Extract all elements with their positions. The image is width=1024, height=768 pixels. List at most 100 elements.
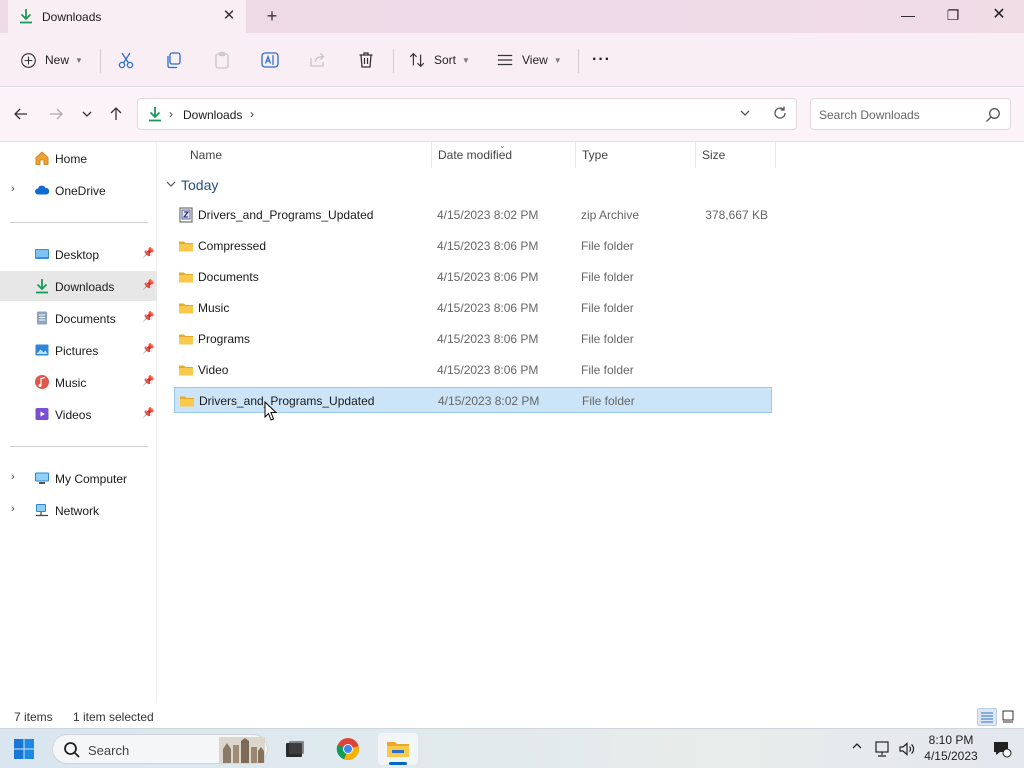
- sidebar-item-pictures[interactable]: Pictures 📌: [0, 335, 157, 365]
- cut-icon: [118, 52, 134, 69]
- file-name: Compressed: [198, 239, 267, 253]
- tiles-view-button[interactable]: [999, 708, 1019, 726]
- column-header-type[interactable]: Type: [576, 142, 696, 168]
- chevron-right-icon[interactable]: ›: [11, 471, 15, 483]
- cut-button[interactable]: [116, 48, 136, 72]
- tab-close-button[interactable]: ✕: [220, 7, 238, 25]
- sidebar-item-my-computer[interactable]: › My Computer: [0, 463, 157, 493]
- file-size: 378,667 KB: [705, 208, 768, 222]
- sidebar-item-documents[interactable]: Documents 📌: [0, 303, 157, 333]
- taskbar-file-explorer[interactable]: [378, 733, 418, 765]
- search-box[interactable]: [810, 98, 1011, 130]
- sidebar-item-desktop[interactable]: Desktop 📌: [0, 239, 157, 269]
- details-view-button[interactable]: [977, 708, 997, 726]
- sidebar-item-onedrive[interactable]: › OneDrive: [0, 175, 157, 205]
- forward-button[interactable]: [46, 104, 66, 124]
- new-label: New: [45, 53, 70, 67]
- column-header-name[interactable]: Name: [183, 142, 432, 168]
- show-hidden-icons-button[interactable]: [851, 740, 863, 755]
- divider: [393, 49, 394, 73]
- column-header-size[interactable]: Size: [696, 142, 776, 168]
- rename-button[interactable]: [260, 48, 280, 72]
- pin-icon[interactable]: 📌: [142, 312, 154, 323]
- pin-icon[interactable]: 📌: [142, 376, 154, 387]
- table-row[interactable]: Music 4/15/2023 8:06 PM File folder: [174, 295, 772, 321]
- table-row[interactable]: Video 4/15/2023 8:06 PM File folder: [174, 357, 772, 383]
- file-date: 4/15/2023 8:06 PM: [437, 301, 539, 315]
- tiles-view-icon: [1002, 710, 1014, 723]
- table-row[interactable]: Drivers_and_Programs_Updated 4/15/2023 8…: [174, 202, 772, 228]
- sidebar-item-home[interactable]: Home: [0, 143, 157, 173]
- chevron-right-icon[interactable]: ›: [250, 107, 254, 121]
- taskbar-search[interactable]: Search: [52, 734, 268, 764]
- search-highlight-image: [219, 737, 265, 763]
- file-type: File folder: [581, 332, 634, 346]
- sidebar-item-label: Music: [55, 376, 87, 390]
- chevron-right-icon[interactable]: ›: [11, 503, 15, 515]
- table-row[interactable]: Compressed 4/15/2023 8:06 PM File folder: [174, 233, 772, 259]
- close-window-button[interactable]: ✕: [985, 3, 1013, 27]
- windows-start-icon[interactable]: [13, 738, 35, 760]
- sidebar-item-network[interactable]: › Network: [0, 495, 157, 525]
- address-dropdown-button[interactable]: [739, 107, 751, 122]
- taskbar-task-view[interactable]: [275, 733, 315, 765]
- pin-icon[interactable]: 📌: [142, 408, 154, 419]
- address-bar[interactable]: › Downloads ›: [137, 98, 797, 130]
- chevron-down-icon[interactable]: [165, 178, 181, 193]
- sidebar-item-label: Desktop: [55, 248, 100, 262]
- more-options-button[interactable]: ···: [592, 48, 611, 72]
- copy-button[interactable]: [164, 48, 184, 72]
- sidebar-item-music[interactable]: Music 📌: [0, 367, 157, 397]
- share-icon: [310, 53, 325, 67]
- chevron-right-icon[interactable]: ›: [169, 107, 173, 121]
- maximize-button[interactable]: ❐: [939, 3, 967, 27]
- cloud-icon: [35, 185, 50, 195]
- table-row[interactable]: Documents 4/15/2023 8:06 PM File folder: [174, 264, 772, 290]
- pin-icon[interactable]: 📌: [142, 344, 154, 355]
- folder-icon: [179, 303, 193, 314]
- table-row[interactable]: Programs 4/15/2023 8:06 PM File folder: [174, 326, 772, 352]
- new-button[interactable]: New ▼: [20, 48, 83, 72]
- pin-icon[interactable]: 📌: [142, 248, 154, 259]
- minimize-button[interactable]: —: [894, 3, 922, 27]
- sort-label: Sort: [434, 53, 457, 67]
- sort-icon: [409, 52, 425, 68]
- sidebar-item-videos[interactable]: Videos 📌: [0, 399, 157, 429]
- pin-icon[interactable]: 📌: [142, 280, 154, 291]
- volume-button[interactable]: [898, 740, 916, 761]
- folder-icon: [179, 241, 193, 252]
- file-date: 4/15/2023 8:06 PM: [437, 270, 539, 284]
- delete-button[interactable]: [356, 48, 376, 72]
- refresh-button[interactable]: [772, 105, 788, 125]
- arrow-right-icon: [50, 108, 63, 120]
- chevron-down-icon: ▼: [553, 55, 562, 65]
- recent-locations-button[interactable]: [77, 104, 97, 124]
- chevron-right-icon[interactable]: ›: [11, 183, 15, 195]
- search-icon[interactable]: [985, 107, 1001, 123]
- share-button[interactable]: [308, 48, 328, 72]
- file-name: Programs: [198, 332, 251, 346]
- notifications-button[interactable]: [992, 740, 1012, 761]
- paste-button[interactable]: [212, 48, 232, 72]
- taskbar-clock[interactable]: 8:10 PM 4/15/2023: [920, 732, 982, 764]
- file-name: Music: [198, 301, 230, 315]
- network-status-button[interactable]: [874, 740, 892, 761]
- clock-date: 4/15/2023: [924, 749, 978, 763]
- taskbar-chrome[interactable]: [328, 733, 368, 765]
- file-type: File folder: [581, 270, 634, 284]
- group-header-today[interactable]: Today: [165, 177, 218, 193]
- column-header-date-modified[interactable]: Date modified: [432, 142, 576, 168]
- file-type: File folder: [581, 239, 634, 253]
- sort-button[interactable]: Sort ▼: [408, 48, 470, 72]
- search-input[interactable]: [819, 106, 979, 124]
- download-icon: [149, 107, 161, 122]
- breadcrumb-downloads[interactable]: Downloads: [183, 108, 242, 122]
- music-icon: [35, 375, 49, 389]
- view-button[interactable]: View ▼: [496, 48, 562, 72]
- new-tab-button[interactable]: +: [262, 6, 282, 26]
- back-button[interactable]: [11, 104, 31, 124]
- sidebar-item-downloads[interactable]: Downloads 📌: [0, 271, 157, 301]
- folder-icon: [179, 334, 193, 345]
- up-button[interactable]: [106, 104, 126, 124]
- tab-downloads[interactable]: Downloads ✕: [8, 0, 246, 33]
